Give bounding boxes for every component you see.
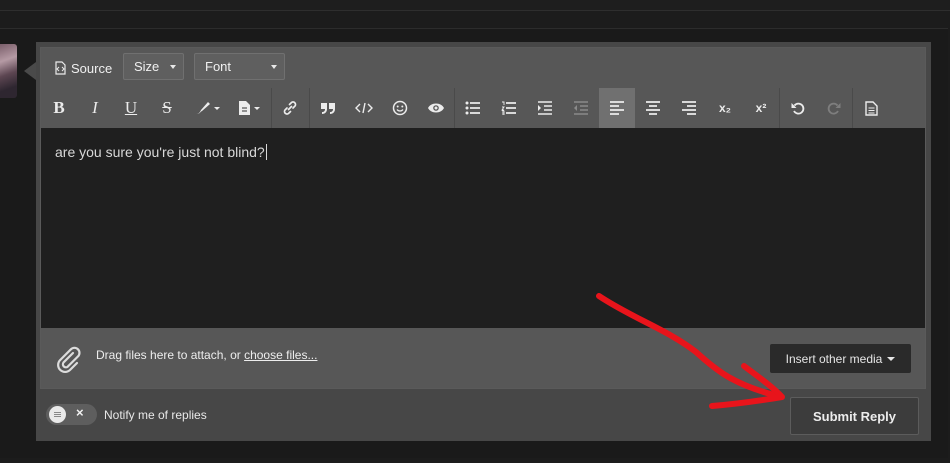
underline-icon[interactable]: U [113,88,149,128]
attach-hint: Drag files here to attach, or choose fil… [96,348,317,362]
redo-icon[interactable] [816,88,852,128]
subscript-icon[interactable]: x₂ [707,88,743,128]
size-dropdown[interactable]: Size [123,53,184,80]
toolbar-row-1: Source Size Font [41,48,925,88]
paragraph-format-icon[interactable] [229,88,269,128]
attachment-bar: Drag files here to attach, or choose fil… [41,328,925,388]
editor-text[interactable]: are you sure you're just not blind? [55,144,267,160]
text-color-icon[interactable] [187,88,227,128]
align-center-icon[interactable] [635,88,671,128]
editor-content[interactable]: are you sure you're just not blind? [41,128,925,328]
indent-icon[interactable] [527,88,563,128]
grip-icon [54,414,61,415]
submit-reply-button[interactable]: Submit Reply [790,397,919,435]
close-icon: × [76,405,84,420]
emoji-icon[interactable] [382,88,418,128]
insert-other-media-button[interactable]: Insert other media [770,344,911,373]
toggle-knob [49,406,66,423]
italic-icon[interactable]: I [77,88,113,128]
preview-icon[interactable] [418,88,454,128]
attach-prefix: Drag files here to attach, or [96,348,245,362]
superscript-icon[interactable]: x² [743,88,779,128]
top-strip [0,0,950,11]
text-cursor [265,144,267,160]
font-dropdown[interactable]: Font [194,53,285,80]
numbered-list-icon[interactable] [491,88,527,128]
undo-icon[interactable] [780,88,816,128]
source-button[interactable]: Source [53,56,112,80]
toolbar-row-2: B I U S x₂ x² [41,88,925,128]
chevron-down-icon [271,65,277,69]
chevron-down-icon [170,65,176,69]
align-right-icon[interactable] [671,88,707,128]
code-icon[interactable] [346,88,382,128]
insert-media-label: Insert other media [785,351,883,366]
source-icon [55,61,66,75]
quote-icon[interactable] [310,88,346,128]
notify-toggle[interactable]: × [46,404,97,425]
drafts-icon[interactable] [853,88,889,128]
chevron-down-icon [887,356,896,361]
source-label: Source [71,60,113,76]
notify-label: Notify me of replies [104,408,207,422]
font-label: Font [205,59,232,74]
bulleted-list-icon[interactable] [455,88,491,128]
strikethrough-icon[interactable]: S [149,88,185,128]
choose-files-link[interactable]: choose files... [244,348,317,362]
avatar[interactable] [0,44,17,98]
outdent-icon[interactable] [563,88,599,128]
link-icon[interactable] [272,88,308,128]
size-label: Size [134,59,160,74]
bold-icon[interactable]: B [41,88,77,128]
bubble-pointer [24,62,36,80]
align-left-icon[interactable] [599,88,635,128]
paperclip-icon [57,346,81,373]
